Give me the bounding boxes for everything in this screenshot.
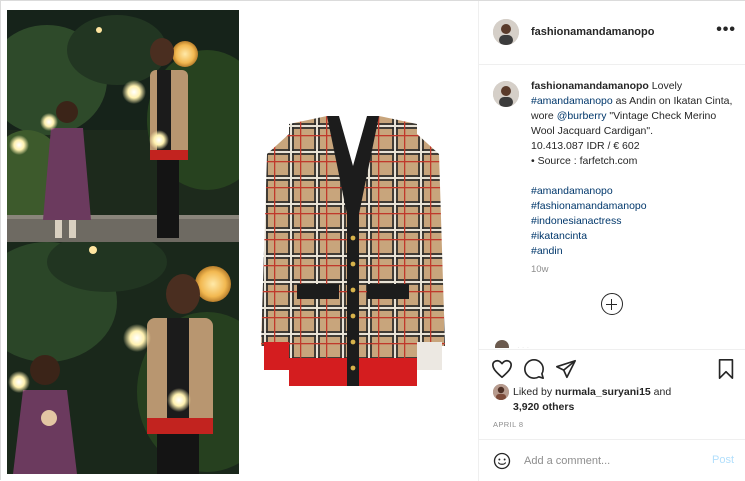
scene-photo-top <box>7 10 239 242</box>
hashtag-link[interactable]: #indonesianactress <box>531 214 736 229</box>
hashtag-link[interactable]: #ikatancinta <box>531 229 736 244</box>
post-media[interactable] <box>1 1 479 481</box>
hashtag-link[interactable]: #fashionamandamanopo <box>531 199 736 214</box>
caption-time-ago[interactable]: 10w <box>531 264 548 275</box>
post-detail-panel: fashionamandamanopo ••• fashionamandaman… <box>479 1 745 481</box>
liker-avatar[interactable] <box>493 384 509 400</box>
liked-by-prefix: Liked by <box>513 386 556 398</box>
header-username[interactable]: fashionamandamanopo <box>531 26 654 38</box>
post-date[interactable]: APRIL 8 <box>493 420 523 429</box>
scene-photo-bottom <box>7 242 239 474</box>
post-caption: fashionamandamanopo Lovely #amandamanopo… <box>493 79 736 259</box>
hashtag-link[interactable]: #andin <box>531 244 736 259</box>
liked-by-username[interactable]: nurmala_suryani15 <box>555 386 651 398</box>
caption-price: 10.413.087 IDR / € 602 <box>531 140 640 152</box>
comment-avatar[interactable] <box>495 340 509 348</box>
liked-by-line: Liked by nurmala_suryani15 and <box>513 386 671 398</box>
like-heart-icon[interactable] <box>491 358 513 380</box>
hashtag-link[interactable]: #amandamanopo <box>531 184 736 199</box>
post-window: fashionamandamanopo ••• fashionamandaman… <box>0 0 745 481</box>
post-actions <box>479 349 745 387</box>
caption-mention-link[interactable]: @burberry <box>557 110 607 122</box>
comment-bubble-icon[interactable] <box>523 358 545 380</box>
liked-by-and: and <box>650 386 672 398</box>
emoji-icon[interactable] <box>493 452 511 470</box>
more-options-icon[interactable]: ••• <box>716 21 736 39</box>
partial-comment-text: ... <box>517 341 532 348</box>
cardigan-product-image <box>253 114 453 394</box>
load-more-comments-icon[interactable] <box>601 293 623 315</box>
comment-input[interactable] <box>524 453 694 469</box>
caption-hashtag-link[interactable]: #amandamanopo <box>531 95 613 107</box>
save-bookmark-icon[interactable] <box>715 358 737 380</box>
post-comment-button[interactable]: Post <box>712 454 734 466</box>
add-comment-bar: Post <box>479 439 745 481</box>
caption-source: • Source : farfetch.com <box>531 155 638 167</box>
caption-text-intro: Lovely <box>648 80 683 92</box>
hashtag-list: #amandamanopo #fashionamandamanopo #indo… <box>531 184 736 259</box>
caption-username[interactable]: fashionamandamanopo <box>531 80 649 92</box>
avatar[interactable] <box>493 19 519 45</box>
partial-comment: ... <box>495 338 735 348</box>
share-paper-plane-icon[interactable] <box>555 358 577 380</box>
liked-by-others[interactable]: 3,920 others <box>513 401 574 413</box>
post-header: fashionamandamanopo ••• <box>479 1 745 65</box>
caption-avatar[interactable] <box>493 81 519 107</box>
